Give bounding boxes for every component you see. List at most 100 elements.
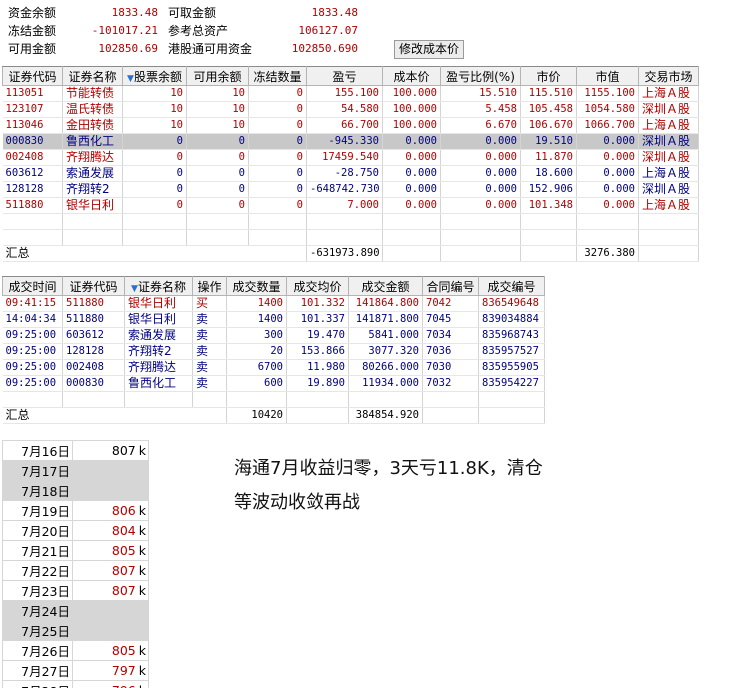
col-header-deal-avg[interactable]: 成交均价	[286, 276, 349, 296]
daily-balance-row: 7月23日 807 k	[2, 580, 149, 601]
balance-value: 796	[112, 683, 136, 688]
trade-row[interactable]: 09:25:00 603612 索通发展卖 300 19.470 5841.000 7034…	[2, 327, 545, 344]
cell-code: 511880	[62, 295, 125, 312]
position-row[interactable]: 128128 齐翔转2 0 0 0 -648742.730 0.000 0.000 152.90…	[2, 181, 699, 198]
cell-pnl: -648742.730	[306, 181, 383, 198]
frozen-label: 冻结金额	[8, 24, 57, 38]
cell-market-value: 0.000	[576, 165, 639, 182]
col-header-qty[interactable]: ▼股票余额	[122, 66, 187, 86]
empty-cell	[638, 245, 699, 262]
cell-code: 113051	[2, 85, 63, 102]
col-header-name[interactable]: 证券名称	[62, 66, 123, 86]
col-header-pnl-pct[interactable]: 盈亏比例(%)	[440, 66, 521, 86]
cell-available: 0	[186, 133, 249, 150]
cell-deal-no: 835957527	[478, 343, 545, 360]
cell-code: 002408	[62, 359, 125, 376]
cell-time: 09:41:15	[2, 295, 63, 312]
cell-name: 温氏转债	[62, 101, 123, 118]
cell-available: 0	[186, 149, 249, 166]
cell-pnl-pct: 0.000	[440, 149, 521, 166]
empty-cell	[62, 229, 123, 246]
cell-name: 银华日利	[124, 311, 193, 328]
cell-market: 上海Ａ股	[638, 85, 699, 102]
col-header-name-label: 证券名称	[137, 279, 186, 294]
col-header-deal-no[interactable]: 成交编号	[478, 276, 545, 296]
hk-connect-funds-label: 港股通可用资金	[168, 42, 253, 56]
cell-price: 101.348	[520, 197, 577, 214]
position-row[interactable]: 123107 温氏转债 10 10 0 54.580 100.000 5.458 105.458…	[2, 101, 699, 118]
cell-market-value: 0.000	[576, 133, 639, 150]
col-header-deal-qty[interactable]: 成交数量	[226, 276, 287, 296]
cell-name: 索通发展	[62, 165, 123, 182]
balance-unit: k	[138, 523, 146, 538]
cell-available: 10	[186, 85, 249, 102]
cell-pnl: 17459.540	[306, 149, 383, 166]
cell-op: 卖	[192, 375, 227, 392]
col-header-market-value[interactable]: 市值	[576, 66, 639, 86]
position-row[interactable]: 000830 鲁西化工 0 0 0 -945.330 0.000 0.000 19.510 0.0…	[2, 133, 699, 150]
cell-deal-qty: 6700	[226, 359, 287, 376]
balance-value: 807	[111, 443, 136, 458]
col-header-time[interactable]: 成交时间	[2, 276, 63, 296]
col-header-op[interactable]: 操作	[192, 276, 227, 296]
empty-row	[2, 229, 699, 246]
col-header-market[interactable]: 交易市场	[638, 66, 699, 86]
col-header-price[interactable]: 市价	[520, 66, 577, 86]
available-label: 可用金额	[8, 42, 57, 56]
empty-cell	[124, 391, 193, 408]
cell-pnl-pct: 0.000	[440, 133, 521, 150]
modify-cost-button[interactable]: 修改成本价	[394, 40, 464, 59]
empty-cell	[248, 229, 307, 246]
position-row[interactable]: 002408 齐翔腾达 0 0 0 17459.540 0.000 0.000 11.870 0.…	[2, 149, 699, 166]
summary-row: 资金余额 1833.48 可取金额 1833.48	[0, 4, 470, 22]
trade-row[interactable]: 09:25:00 128128 齐翔转2 卖 20 153.866 3077.320 7036…	[2, 343, 545, 360]
empty-row	[2, 213, 699, 230]
empty-cell	[382, 245, 441, 262]
cell-frozen: 0	[248, 197, 307, 214]
empty-cell	[422, 407, 479, 424]
empty-cell	[440, 213, 521, 230]
cell-op: 卖	[192, 359, 227, 376]
positions-header-row: 证券代码 证券名称 ▼股票余额 可用余额 冻结数量 盈亏 成本价 盈亏比例(%)…	[2, 66, 699, 86]
col-header-name[interactable]: ▼证券名称	[124, 276, 193, 296]
trade-row[interactable]: 09:25:00 002408 齐翔腾达卖 6700 11.980 80266.000 70…	[2, 359, 545, 376]
col-header-cost[interactable]: 成本价	[382, 66, 441, 86]
cell-code: 002408	[2, 149, 63, 166]
empty-cell	[2, 213, 63, 230]
col-header-deal-amt[interactable]: 成交金额	[348, 276, 423, 296]
cell-pnl: -28.750	[306, 165, 383, 182]
position-row[interactable]: 113046 金田转债 10 10 0 66.700 100.000 6.670 106.670…	[2, 117, 699, 134]
cell-date: 7月26日	[2, 640, 73, 661]
col-header-code[interactable]: 证券代码	[62, 276, 125, 296]
cell-market-value: 1054.580	[576, 101, 639, 118]
cell-price: 105.458	[520, 101, 577, 118]
col-header-code[interactable]: 证券代码	[2, 66, 63, 86]
trade-row[interactable]: 14:04:34 511880 银华日利卖 1400 101.337 141871.800…	[2, 311, 545, 328]
col-header-contract[interactable]: 合同编号	[422, 276, 479, 296]
balance-unit: k	[138, 443, 146, 458]
total-label: 汇总	[2, 407, 227, 424]
trade-row[interactable]: 09:41:15 511880 银华日利买 1400 101.332 141864.800…	[2, 295, 545, 312]
col-header-frozen[interactable]: 冻结数量	[248, 66, 307, 86]
balance-unit: k	[138, 663, 146, 678]
cell-deal-no: 835955905	[478, 359, 545, 376]
position-row[interactable]: 113051 节能转债 10 10 0 155.100 100.000 15.510 115.5…	[2, 85, 699, 102]
cell-balance: 805 k	[72, 640, 149, 661]
balance-value: 805	[111, 643, 136, 658]
cell-qty: 0	[122, 181, 187, 198]
position-row[interactable]: 511880 银华日利 0 0 0 7.000 0.000 0.000 101.348 0.000…	[2, 197, 699, 214]
empty-cell	[382, 229, 441, 246]
position-row[interactable]: 603612 索通发展 0 0 0 -28.750 0.000 0.000 18.600 0.00…	[2, 165, 699, 182]
empty-cell	[306, 213, 383, 230]
daily-balance-row: 7月19日 806 k	[2, 500, 149, 521]
trade-row[interactable]: 09:25:00 000830 鲁西化工卖 600 19.890 11934.000 703…	[2, 375, 545, 392]
col-header-pnl[interactable]: 盈亏	[306, 66, 383, 86]
col-header-available[interactable]: 可用余额	[186, 66, 249, 86]
empty-cell	[638, 213, 699, 230]
cell-deal-avg: 19.890	[286, 375, 349, 392]
cell-code: 511880	[2, 197, 63, 214]
total-assets-value: 106127.07	[298, 24, 358, 37]
cell-deal-avg: 101.332	[286, 295, 349, 312]
frozen-value: -101017.21	[91, 24, 158, 37]
cell-balance: 807 k	[72, 440, 149, 461]
